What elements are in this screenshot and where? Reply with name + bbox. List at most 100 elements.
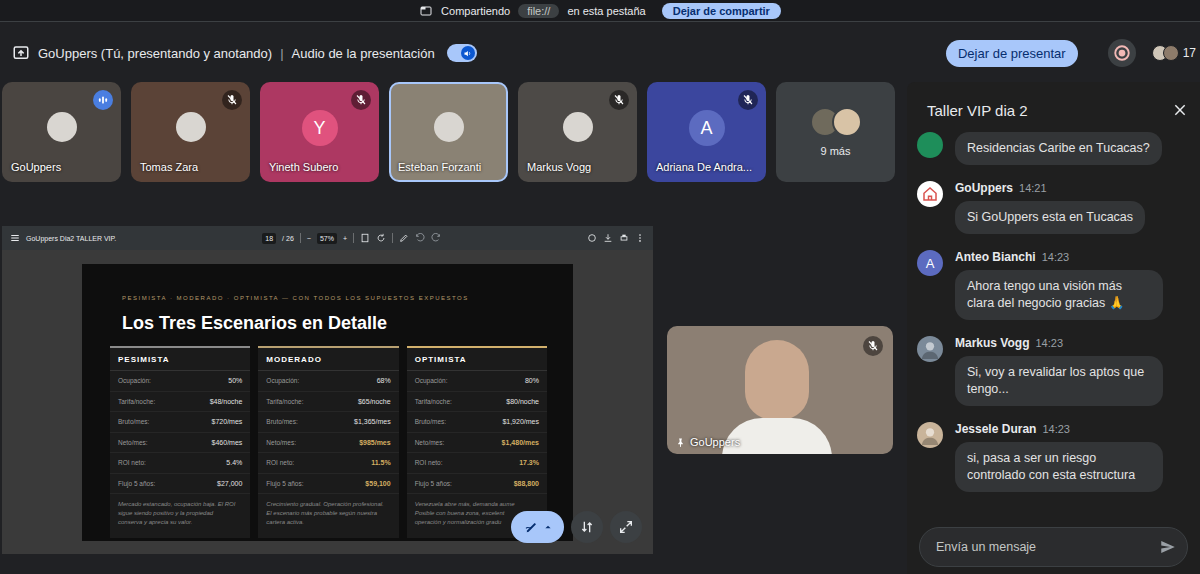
chat-header: Taller VIP dia 2	[907, 82, 1200, 132]
shared-screen: GoUppers Dia2 TALLER VIP. 18 / 26 −57% + PESI…	[2, 226, 653, 554]
page-field[interactable]: 18	[262, 233, 276, 244]
message-time: 14:23	[1035, 337, 1063, 349]
participant-avatar-icon	[1163, 45, 1179, 61]
message-time: 14:23	[1042, 423, 1070, 435]
more-vert-icon[interactable]	[635, 233, 645, 243]
undo-icon[interactable]	[415, 233, 425, 243]
scenario-card: OPTIMISTAOcupación:80%Tarifa/noche:$80/n…	[407, 346, 547, 538]
participant-tile[interactable]: Esteban Forzanti	[389, 82, 508, 182]
message-body: Anteo Bianchi14:23Ahora tengo una visión…	[955, 250, 1163, 320]
swap-arrows-icon	[579, 519, 595, 535]
drive-icon[interactable]	[587, 233, 597, 243]
scenario-row: Ocupación:68%	[258, 371, 398, 392]
slide-eyebrow: PESIMISTA · MODERADO · OPTIMISTA — CON T…	[110, 295, 547, 302]
presenting-label: GoUppers (Tú, presentando y anotando)	[38, 46, 272, 61]
more-participants-tile[interactable]: 9 más	[776, 82, 895, 182]
scenario-row: ROI neto:17.3%	[407, 453, 547, 474]
video-frame	[47, 112, 77, 142]
participant-name: Esteban Forzanti	[398, 161, 481, 173]
sender-name: Jessele Duran	[955, 422, 1036, 436]
sender-avatar	[917, 181, 943, 207]
pdf-page-area: PESIMISTA · MODERADO · OPTIMISTA — CON T…	[2, 250, 653, 554]
description-line: El escenario más probable según nuestra	[266, 509, 390, 518]
row-value: $1,920/mes	[502, 418, 539, 425]
scenario-row: Flujo 5 años:$27,000	[110, 474, 250, 495]
scenario-name: OPTIMISTA	[407, 348, 547, 371]
chat-message: GoUppers14:21 Si GoUppers esta en Tucacas	[917, 181, 1188, 234]
scenario-row: Tarifa/noche:$65/noche	[258, 392, 398, 413]
redo-icon[interactable]	[431, 233, 441, 243]
participant-tile[interactable]: Markus Vogg	[518, 82, 637, 182]
audio-toggle[interactable]	[447, 44, 477, 62]
pdf-filename: GoUppers Dia2 TALLER VIP.	[26, 235, 116, 242]
muted-badge	[222, 90, 242, 110]
row-label: Neto/mes:	[415, 439, 445, 446]
message-body: Markus Vogg14:23Si, voy a revalidar los …	[955, 336, 1163, 406]
row-label: Flujo 5 años:	[415, 480, 452, 487]
message-bubble: Residencias Caribe en Tucacas?	[955, 132, 1162, 165]
zoom-in-button[interactable]: +	[343, 235, 347, 242]
annotate-icon[interactable]	[399, 233, 409, 243]
more-label: 9 más	[821, 145, 851, 157]
muted-badge	[351, 90, 371, 110]
row-label: Neto/mes:	[266, 439, 296, 446]
avatar-letter: A	[689, 110, 725, 146]
stop-sharing-button[interactable]: Dejar de compartir	[662, 3, 781, 19]
participant-tile[interactable]: YYineth Subero	[260, 82, 379, 182]
participant-tile[interactable]: GoUppers	[2, 82, 121, 182]
row-label: ROI neto:	[118, 459, 146, 466]
message-time: 14:21	[1019, 182, 1047, 194]
chat-message: Jessele Duran14:23si, pasa a ser un ries…	[917, 422, 1188, 492]
download-icon[interactable]	[603, 233, 613, 243]
fit-page-icon[interactable]	[360, 233, 370, 243]
pin-icon	[675, 437, 686, 448]
sender-avatar	[917, 422, 943, 448]
menu-icon[interactable]	[10, 233, 20, 243]
zoom-field[interactable]: 57%	[317, 233, 337, 244]
row-value: 11.5%	[371, 459, 390, 466]
tab-icon	[419, 5, 433, 17]
video-frame	[745, 340, 809, 420]
scenario-name: PESIMISTA	[110, 348, 250, 371]
participant-strip: GoUppersTomas ZaraYYineth Subero Esteban …	[2, 82, 895, 182]
participant-tile[interactable]: AAdriana De Andra...	[647, 82, 766, 182]
scenario-card: PESIMISTAOcupación:50%Tarifa/noche:$48/n…	[110, 346, 250, 538]
swap-button[interactable]	[571, 511, 603, 543]
row-value: $1,480/mes	[502, 439, 539, 446]
participant-tile[interactable]: Tomas Zara	[131, 82, 250, 182]
chat-title: Taller VIP dia 2	[927, 102, 1028, 119]
row-value: $88,800	[514, 480, 539, 487]
message-input[interactable]	[934, 539, 1153, 555]
caret-up-icon	[544, 523, 552, 531]
rotate-icon[interactable]	[376, 233, 386, 243]
print-icon[interactable]	[619, 233, 629, 243]
send-icon[interactable]	[1159, 538, 1177, 556]
row-value: $720/mes	[212, 418, 243, 425]
sharing-suffix: en esta pestaña	[567, 5, 645, 17]
message-header: GoUppers14:21	[955, 181, 1047, 196]
scenario-name: MODERADO	[258, 348, 398, 371]
participant-name: Markus Vogg	[527, 161, 591, 173]
row-value: $59,100	[365, 480, 390, 487]
row-label: Ocupación:	[266, 377, 299, 384]
fullscreen-button[interactable]	[610, 511, 642, 543]
chat-panel: Taller VIP dia 2 Residencias Caribe en Tu…	[907, 82, 1200, 574]
message-body: GoUppers14:21 Si GoUppers esta en Tucacas	[955, 181, 1145, 234]
stop-presenting-button[interactable]: Dejar de presentar	[946, 40, 1078, 67]
page-total: / 26	[282, 235, 294, 242]
muted-badge	[609, 90, 629, 110]
message-bubble: Si GoUppers esta en Tucacas	[955, 201, 1145, 234]
zoom-out-button[interactable]: −	[307, 235, 311, 242]
sharing-banner: Compartiendofile://en esta pestañaDejar …	[0, 0, 1200, 22]
person-photo-icon	[919, 338, 941, 360]
scenario-row: Tarifa/noche:$48/noche	[110, 392, 250, 413]
row-label: Flujo 5 años:	[266, 480, 303, 487]
annotation-pen-button[interactable]	[511, 511, 564, 543]
record-button[interactable]	[1108, 39, 1136, 67]
participants-button[interactable]: 17	[1152, 45, 1196, 61]
row-value: $1,365/mes	[354, 418, 391, 425]
record-icon	[1113, 44, 1131, 62]
stage: GoUppersTomas ZaraYYineth Subero Esteban …	[0, 82, 895, 574]
scenario-card: MODERADOOcupación:68%Tarifa/noche:$65/no…	[258, 346, 398, 538]
close-icon[interactable]	[1172, 102, 1188, 118]
